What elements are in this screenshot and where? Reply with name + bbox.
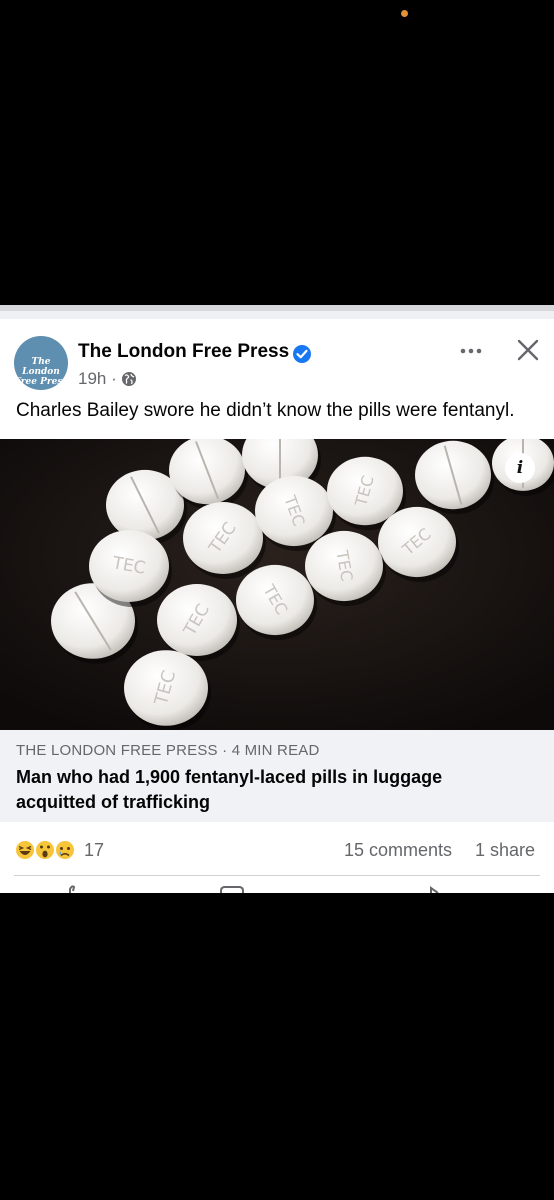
- haha-icon: [14, 839, 36, 861]
- sad-icon: [54, 839, 76, 861]
- meta-separator: ·: [111, 369, 117, 388]
- post-meta: 19h ·: [78, 369, 117, 389]
- reaction-icons[interactable]: [14, 838, 84, 862]
- page-name[interactable]: The London Free Press: [78, 341, 289, 363]
- post-time[interactable]: 19h: [78, 369, 106, 388]
- post-caption: Charles Bailey swore he didn’t know the …: [16, 400, 515, 421]
- page-avatar[interactable]: The London Free Press: [14, 336, 68, 390]
- pills-illustration: TECTECTECTECTECTECTECTECTEC: [0, 439, 554, 730]
- info-icon[interactable]: i: [505, 453, 535, 483]
- actions-divider: [14, 875, 540, 876]
- share-icon[interactable]: [428, 885, 458, 893]
- article-photo[interactable]: TEC TEC TEC TEC TEC TEC TEC TEC TEC i: [0, 439, 554, 730]
- more-options-icon[interactable]: [459, 345, 483, 357]
- comments-count[interactable]: 15 comments: [344, 840, 452, 861]
- link-separator: ·: [222, 742, 228, 759]
- avatar-logo-text: The London Free Press: [14, 357, 68, 387]
- reaction-count[interactable]: 17: [84, 840, 104, 861]
- link-headline[interactable]: Man who had 1,900 fentanyl-laced pills i…: [16, 765, 516, 815]
- card-top-separator: [0, 311, 554, 319]
- link-preview[interactable]: THE LONDON FREE PRESS · 4 MIN READ Man w…: [0, 730, 554, 822]
- wow-icon: [34, 839, 56, 861]
- close-icon[interactable]: [516, 338, 540, 362]
- globe-icon: [122, 372, 136, 386]
- camera-indicator-dot: [401, 10, 408, 17]
- comment-icon[interactable]: [218, 885, 248, 893]
- shares-count[interactable]: 1 share: [475, 840, 535, 861]
- facebook-post-card: The London Free Press The London Free Pr…: [0, 305, 554, 893]
- link-source: THE LONDON FREE PRESS · 4 MIN READ: [16, 742, 320, 759]
- link-read-time: 4 MIN READ: [231, 742, 320, 759]
- like-icon[interactable]: [62, 885, 92, 893]
- link-source-name: THE LONDON FREE PRESS: [16, 742, 218, 759]
- verified-badge-icon: [293, 345, 311, 363]
